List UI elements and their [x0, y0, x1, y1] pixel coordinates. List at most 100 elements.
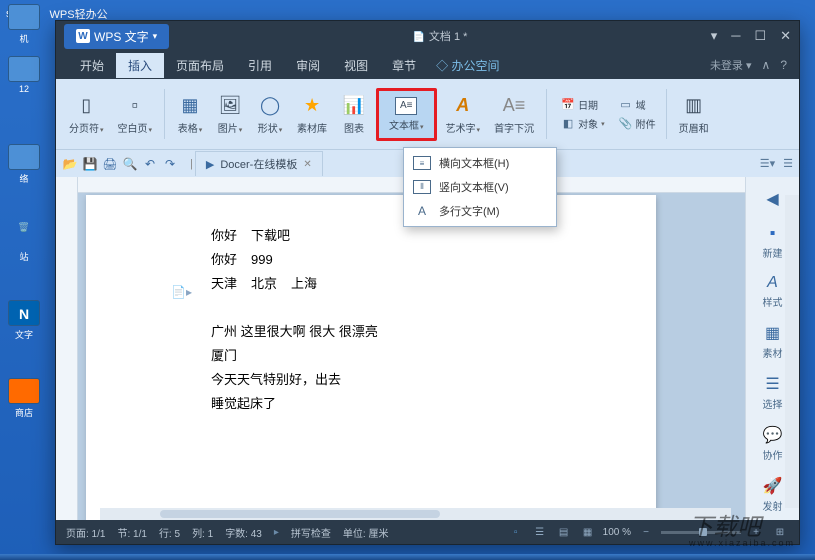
desktop-icon-network[interactable]: 络: [4, 144, 44, 192]
dropcap-button[interactable]: A≡首字下沉: [489, 91, 539, 138]
statusbar: 页面: 1/1 节: 1/1 行: 5 列: 1 字数: 43 ▸ 拼写检查 单…: [56, 520, 799, 544]
dropdown-vertical[interactable]: ⦀竖向文本框(V): [407, 175, 553, 199]
zoom-value[interactable]: 100 %: [603, 527, 631, 538]
menu-chapter[interactable]: 章节: [380, 53, 428, 78]
desktop-icon-wps[interactable]: N文字: [4, 300, 44, 348]
pagebreak-button[interactable]: ▯分页符: [64, 91, 109, 138]
shape-button[interactable]: ◯形状: [252, 91, 288, 138]
vertical-scrollbar[interactable]: [785, 195, 799, 508]
status-spellcheck[interactable]: 拼写检查: [291, 525, 331, 540]
document-page[interactable]: 📄▸ 你好下载吧 你好999 天津北京上海 广州 这里很大啊 很大 很漂亮 厦门…: [86, 195, 656, 520]
login-button[interactable]: 未登录 ▾: [710, 57, 752, 73]
table-button[interactable]: ▦表格: [172, 91, 208, 138]
view-print-icon[interactable]: ▦: [579, 524, 597, 540]
picture-icon: 🖼: [218, 94, 242, 118]
field-icon: ▭: [619, 98, 633, 112]
shape-icon: ◯: [258, 94, 282, 118]
save-icon[interactable]: 💾: [82, 156, 98, 172]
pagebreak-icon: ▯: [74, 94, 98, 118]
print-preview-icon[interactable]: 🔍: [122, 156, 138, 172]
minimize-icon[interactable]: ─: [731, 28, 740, 44]
status-chars[interactable]: 字数: 43: [225, 525, 262, 540]
status-page[interactable]: 页面: 1/1: [66, 525, 105, 540]
table-icon: ▦: [178, 94, 202, 118]
picture-button[interactable]: 🖼图片: [212, 91, 248, 138]
menubar: 开始 插入 页面布局 引用 审阅 视图 章节 ◇ 办公空间 未登录 ▾ ∧ ?: [56, 51, 799, 79]
object-button[interactable]: ◧对象▾: [558, 115, 608, 132]
windows-bottom-taskbar[interactable]: [0, 554, 815, 560]
redo-icon[interactable]: ↷: [162, 156, 178, 172]
status-section[interactable]: 节: 1/1: [117, 525, 146, 540]
maximize-icon[interactable]: ☐: [754, 28, 766, 44]
object-icon: ◧: [561, 117, 575, 131]
zoom-slider[interactable]: [661, 531, 741, 534]
dropcap-icon: A≡: [502, 94, 526, 118]
horizontal-scrollbar[interactable]: [100, 508, 731, 520]
fit-icon[interactable]: ⊞: [771, 524, 789, 540]
app-tab[interactable]: WPS 文字 ▾: [64, 24, 169, 49]
desktop-icon-recycle[interactable]: 🗑️站: [4, 222, 44, 270]
dropdown-horizontal[interactable]: ≡横向文本框(H): [407, 151, 553, 175]
status-col: 列: 1: [192, 525, 213, 540]
blankpage-button[interactable]: ▫空白页: [113, 91, 158, 138]
paperclip-icon: 📎: [619, 117, 633, 131]
ribbon: ▯分页符 ▫空白页 ▦表格 🖼图片 ◯形状 ★素材库 📊图表 A≡文本框 A艺术…: [56, 79, 799, 149]
menu-reference[interactable]: 引用: [236, 53, 284, 78]
header-button[interactable]: ▥页眉和: [674, 91, 714, 138]
document-title: 文档 1 *: [412, 28, 467, 44]
menu-layout[interactable]: 页面布局: [164, 53, 236, 78]
view-outline-icon[interactable]: ☰: [531, 524, 549, 540]
dropdown-multiline[interactable]: A多行文字(M): [407, 199, 553, 223]
ribbon-help-icon[interactable]: ?: [780, 58, 787, 72]
blankpage-icon: ▫: [123, 94, 147, 118]
document-area: 📄▸ 你好下载吧 你好999 天津北京上海 广州 这里很大啊 很大 很漂亮 厦门…: [56, 177, 799, 520]
tab-docer[interactable]: ▶Docer-在线模板✕: [195, 151, 323, 176]
status-line: 行: 5: [159, 525, 180, 540]
horizontal-textbox-icon: ≡: [413, 156, 431, 170]
status-unit[interactable]: 单位: 厘米: [343, 525, 389, 540]
star-icon: ★: [300, 94, 324, 118]
close-tab-icon[interactable]: ✕: [303, 159, 311, 170]
chart-icon: 📊: [342, 94, 366, 118]
textbox-dropdown: ≡横向文本框(H) ⦀竖向文本框(V) A多行文字(M): [403, 147, 557, 227]
menu-start[interactable]: 开始: [68, 53, 116, 78]
help-icon[interactable]: ▾: [711, 28, 718, 44]
menu-office[interactable]: ◇ 办公空间: [436, 57, 499, 74]
field-button[interactable]: ▭域: [616, 96, 659, 113]
page-scroll[interactable]: 📄▸ 你好下载吧 你好999 天津北京上海 广州 这里很大啊 很大 很漂亮 厦门…: [78, 193, 745, 520]
list-icon[interactable]: ☰▾: [760, 157, 775, 170]
undo-icon[interactable]: ↶: [142, 156, 158, 172]
menu-insert[interactable]: 插入: [116, 53, 164, 78]
zoom-in-icon[interactable]: +: [747, 524, 765, 540]
paragraph-mark-icon: 📄▸: [171, 281, 192, 303]
print-icon[interactable]: 🖨: [102, 156, 118, 172]
textbox-button[interactable]: A≡文本框: [376, 88, 437, 141]
ribbon-collapse-icon[interactable]: ∧: [762, 58, 771, 72]
calendar-icon: 📅: [561, 98, 575, 112]
date-button[interactable]: 📅日期: [558, 96, 608, 113]
menu-review[interactable]: 审阅: [284, 53, 332, 78]
desktop-icon-store[interactable]: 商店: [4, 378, 44, 426]
view-web-icon[interactable]: ▤: [555, 524, 573, 540]
wordart-button[interactable]: A艺术字: [441, 91, 486, 138]
chart-button[interactable]: 📊图表: [336, 91, 372, 138]
menu-icon[interactable]: ☰: [783, 157, 793, 170]
desktop: 机 12 络 🗑️站 N文字 商店: [0, 0, 50, 430]
vertical-ruler[interactable]: [56, 177, 78, 520]
menu-view[interactable]: 视图: [332, 53, 380, 78]
zoom-out-icon[interactable]: −: [637, 524, 655, 540]
view-page-icon[interactable]: ▫: [507, 524, 525, 540]
desktop-icon-computer[interactable]: 机: [4, 4, 44, 52]
material-button[interactable]: ★素材库: [292, 91, 332, 138]
wordart-icon: A: [451, 94, 475, 118]
wps-window: WPS 文字 ▾ 文档 1 * ▾ ─ ☐ ✕ 开始 插入 页面布局 引用 审阅…: [55, 20, 800, 545]
titlebar: WPS 文字 ▾ 文档 1 * ▾ ─ ☐ ✕: [56, 21, 799, 51]
vertical-textbox-icon: ⦀: [413, 180, 431, 194]
close-icon[interactable]: ✕: [780, 28, 791, 44]
attachment-button[interactable]: 📎附件: [616, 115, 659, 132]
open-icon[interactable]: 📂: [62, 156, 78, 172]
header-icon: ▥: [682, 94, 706, 118]
multiline-icon: A: [413, 204, 431, 218]
textbox-icon: A≡: [395, 97, 417, 115]
desktop-icon[interactable]: 12: [4, 56, 44, 104]
